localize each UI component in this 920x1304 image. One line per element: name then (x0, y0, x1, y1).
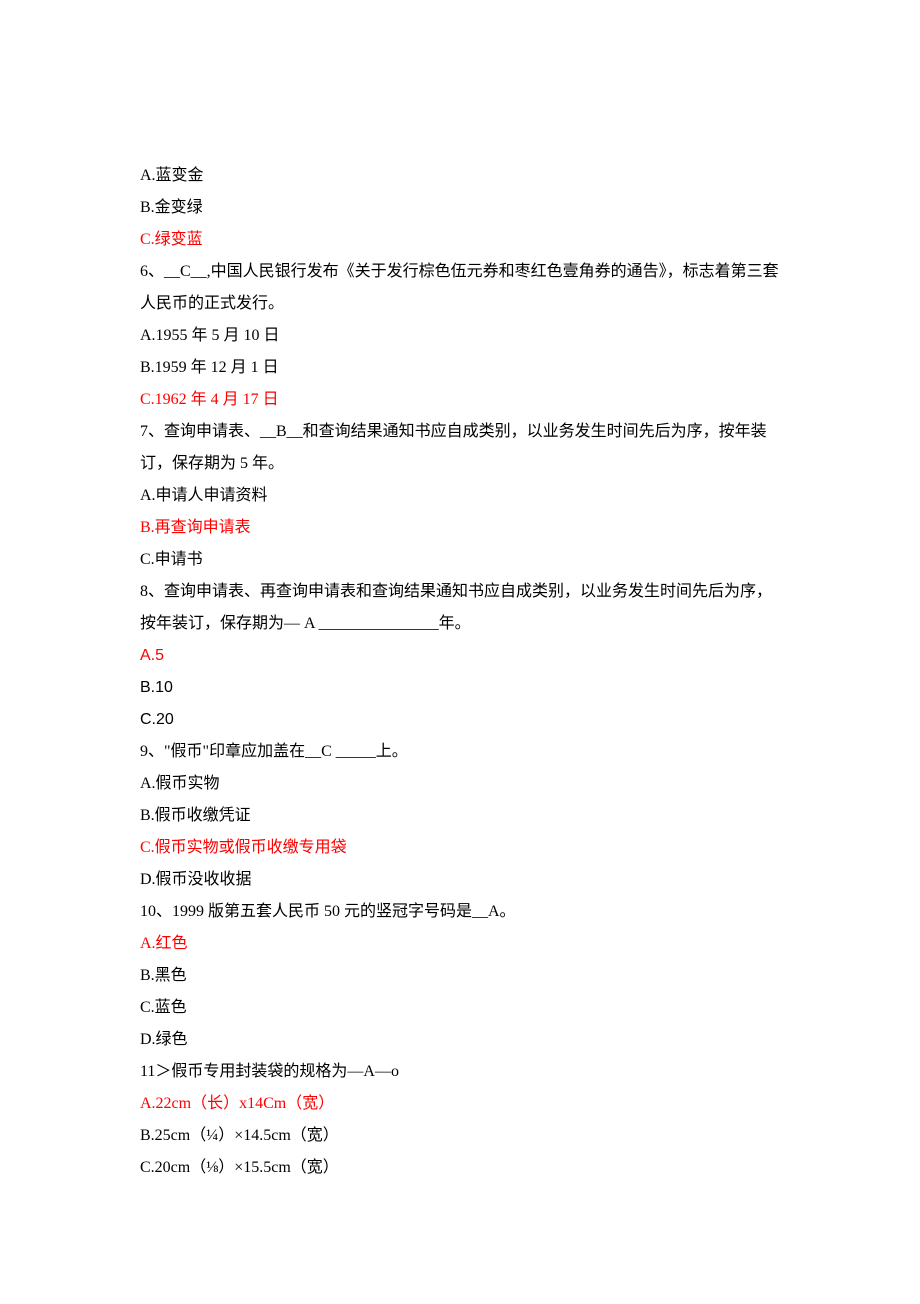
option-line: B.金变绿 (140, 192, 780, 224)
question-line: 11＞假币专用封装袋的规格为—A—o (140, 1056, 780, 1088)
option-line: B.1959 年 12 月 1 日 (140, 352, 780, 384)
option-line: D.绿色 (140, 1024, 780, 1056)
question-line: 10、1999 版第五套人民币 50 元的竖冠字号码是__A。 (140, 896, 780, 928)
option-line-answer: C.绿变蓝 (140, 224, 780, 256)
option-line: D.假币没收收据 (140, 864, 780, 896)
option-line-answer: C.1962 年 4 月 17 日 (140, 384, 780, 416)
option-line: B.10 (140, 672, 780, 704)
option-line: C.申请书 (140, 544, 780, 576)
option-line: B.黑色 (140, 960, 780, 992)
question-line: 7、查询申请表、__B__和查询结果通知书应自成类别，以业务发生时间先后为序，按… (140, 416, 780, 480)
option-line-answer: A.5 (140, 640, 780, 672)
question-line: 8、查询申请表、再查询申请表和查询结果通知书应自成类别，以业务发生时间先后为序，… (140, 576, 780, 640)
option-line: A.蓝变金 (140, 160, 780, 192)
option-line-answer: A.22cm（长）x14Cm（宽） (140, 1088, 780, 1120)
option-line-answer: A.红色 (140, 928, 780, 960)
option-line: C.20 (140, 704, 780, 736)
document-page: A.蓝变金 B.金变绿 C.绿变蓝 6、__C__,中国人民银行发布《关于发行棕… (0, 0, 920, 1304)
question-line: 9、"假币"印章应加盖在__C _____上。 (140, 736, 780, 768)
option-line-answer: C.假币实物或假币收缴专用袋 (140, 832, 780, 864)
question-line: 6、__C__,中国人民银行发布《关于发行棕色伍元券和枣红色壹角券的通告》，标志… (140, 256, 780, 320)
option-line: B.假币收缴凭证 (140, 800, 780, 832)
option-line: C.蓝色 (140, 992, 780, 1024)
option-line: A.1955 年 5 月 10 日 (140, 320, 780, 352)
option-line: C.20cm（⅛）×15.5cm（宽） (140, 1152, 780, 1184)
option-line: B.25cm（¼）×14.5cm（宽） (140, 1120, 780, 1152)
option-line: A.假币实物 (140, 768, 780, 800)
option-line: A.申请人申请资料 (140, 480, 780, 512)
option-line-answer: B.再查询申请表 (140, 512, 780, 544)
